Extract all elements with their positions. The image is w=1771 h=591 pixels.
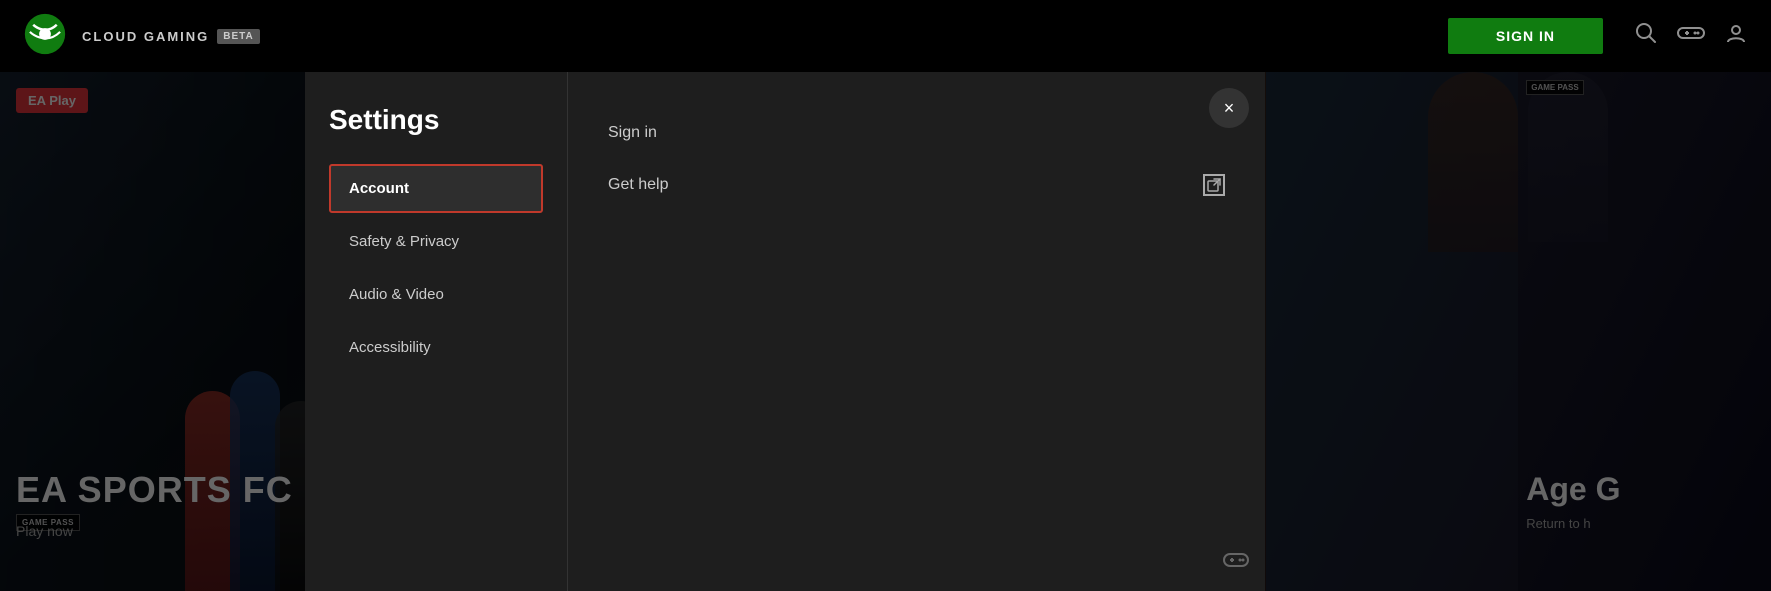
sidebar-item-safety-privacy[interactable]: Safety & Privacy — [329, 217, 543, 266]
modal-controller-icon — [1223, 549, 1249, 575]
close-button[interactable]: × — [1209, 88, 1249, 128]
beta-badge: BETA — [217, 29, 259, 44]
sidebar-item-account[interactable]: Account — [329, 164, 543, 213]
nav-icons — [1635, 22, 1747, 50]
cloud-gaming-label: CLOUD GAMING BETA — [82, 29, 260, 44]
settings-modal: × Settings Account Safety & Privacy Audi… — [305, 72, 1265, 591]
sidebar-item-audio-video[interactable]: Audio & Video — [329, 270, 543, 319]
settings-content: Sign in Get help — [567, 72, 1265, 591]
settings-sidebar: Settings Account Safety & Privacy Audio … — [305, 72, 567, 591]
account-sign-in[interactable]: Sign in — [608, 120, 1225, 146]
external-link-icon — [1203, 174, 1225, 196]
search-icon[interactable] — [1635, 22, 1657, 50]
settings-inner: Settings Account Safety & Privacy Audio … — [305, 72, 1265, 591]
settings-title: Settings — [329, 104, 543, 136]
controller-icon[interactable] — [1677, 24, 1705, 48]
sidebar-item-accessibility[interactable]: Accessibility — [329, 323, 543, 372]
account-get-help[interactable]: Get help — [608, 170, 1225, 200]
xbox-logo — [24, 13, 66, 60]
navbar: CLOUD GAMING BETA SIGN IN — [0, 0, 1771, 72]
signin-button[interactable]: SIGN IN — [1448, 18, 1603, 54]
profile-icon[interactable] — [1725, 22, 1747, 50]
